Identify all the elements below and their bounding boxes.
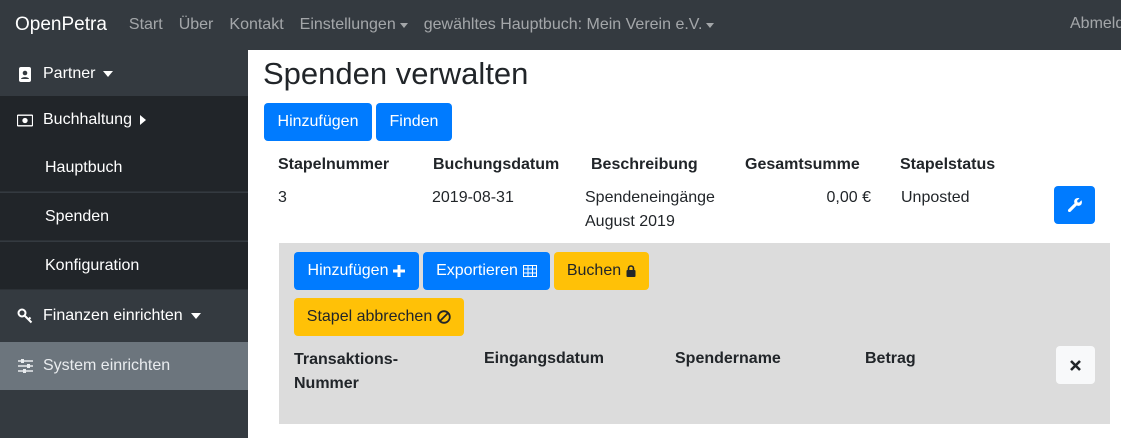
chevron-down-icon — [706, 22, 715, 28]
sidebar-item-donations[interactable]: Spenden — [0, 193, 248, 241]
brand-logo[interactable]: OpenPetra — [15, 14, 107, 36]
plus-icon — [393, 265, 406, 277]
sidebar-item-configuration[interactable]: Konfiguration — [0, 242, 248, 290]
nav-dropdown-ledger[interactable]: gewähltes Hauptbuch: Mein Verein e.V. — [424, 16, 715, 34]
wrench-icon — [1067, 197, 1083, 213]
column-header-transaction-number: Transaktions- Nummer — [294, 348, 398, 396]
column-header-donor-name: Spendername — [675, 350, 781, 367]
sidebar-item-label: Partner — [43, 65, 96, 82]
money-icon — [17, 112, 33, 128]
chevron-down-icon — [399, 22, 408, 28]
sidebar: Partner Buchhaltung Hauptbuch Spenden Ko… — [0, 50, 248, 438]
nav-dropdown-settings[interactable]: Einstellungen — [300, 16, 408, 34]
table-icon — [522, 265, 537, 277]
batch-number: 3 — [278, 189, 287, 206]
batch-description: Spendeneingänge August 2019 — [585, 186, 735, 234]
ban-icon — [437, 310, 451, 324]
address-card-icon — [17, 66, 33, 82]
nav-link-contact[interactable]: Kontakt — [229, 16, 283, 34]
batch-status: Unposted — [901, 189, 970, 206]
sidebar-item-system-setup[interactable]: System einrichten — [0, 342, 248, 390]
add-gift-label: Hinzufügen — [307, 262, 389, 279]
cancel-batch-button[interactable]: Stapel abbrechen — [294, 298, 464, 336]
add-batch-button[interactable]: Hinzufügen — [264, 103, 372, 141]
sidebar-item-partner[interactable]: Partner — [0, 50, 248, 98]
export-button[interactable]: Exportieren — [423, 252, 550, 290]
sidebar-item-label: Spenden — [45, 207, 110, 225]
post-batch-button[interactable]: Buchen — [554, 252, 649, 290]
sidebar-item-label: Buchhaltung — [43, 111, 132, 128]
transaction-header-line1: Transaktions- — [294, 351, 399, 368]
close-detail-button[interactable] — [1056, 346, 1095, 384]
sidebar-item-label: Konfiguration — [45, 256, 140, 274]
page-title: Spenden verwalten — [263, 56, 529, 91]
sidebar-item-finance-setup[interactable]: Finanzen einrichten — [0, 292, 248, 340]
logout-link[interactable]: Abmelden — [1070, 15, 1121, 33]
column-header-description: Beschreibung — [591, 156, 698, 173]
key-icon — [17, 308, 33, 324]
sliders-icon — [17, 358, 33, 374]
export-label: Exportieren — [436, 262, 518, 279]
settings-label: Einstellungen — [299, 16, 396, 33]
batch-description-line1: Spendeneingänge — [585, 189, 715, 206]
nav-link-start[interactable]: Start — [129, 16, 163, 34]
sidebar-item-accounting[interactable]: Buchhaltung — [0, 96, 248, 144]
lock-icon — [626, 265, 636, 277]
batch-total: 0,00 € — [826, 189, 871, 206]
chevron-down-icon — [103, 71, 114, 77]
sidebar-item-label: System einrichten — [43, 357, 171, 374]
column-header-posting-date: Buchungsdatum — [433, 156, 560, 173]
post-label: Buchen — [566, 262, 622, 279]
transaction-header-line2: Nummer — [294, 375, 359, 392]
nav-link-about[interactable]: Über — [179, 16, 214, 34]
chevron-down-icon — [190, 313, 201, 319]
column-header-receipt-date: Eingangsdatum — [484, 350, 605, 367]
add-gift-button[interactable]: Hinzufügen — [294, 252, 419, 290]
cancel-batch-label: Stapel abbrechen — [306, 308, 433, 325]
column-header-status: Stapelstatus — [900, 156, 996, 173]
top-navbar: OpenPetra Start Über Kontakt Einstellung… — [0, 0, 1121, 50]
sidebar-item-label: Hauptbuch — [45, 158, 123, 176]
sidebar-item-label: Finanzen einrichten — [43, 307, 183, 324]
find-button[interactable]: Finden — [376, 103, 452, 141]
column-header-amount: Betrag — [865, 350, 916, 367]
column-header-total: Gesamtsumme — [745, 156, 860, 173]
column-header-batch-number: Stapelnummer — [278, 156, 390, 173]
sidebar-item-ledger[interactable]: Hauptbuch — [0, 144, 248, 192]
batch-date: 2019-08-31 — [432, 189, 514, 206]
chevron-right-icon — [139, 115, 146, 125]
ledger-label: gewähltes Hauptbuch: Mein Verein e.V. — [423, 16, 703, 33]
close-icon — [1070, 359, 1081, 371]
batch-description-line2: August 2019 — [585, 213, 675, 230]
edit-batch-button[interactable] — [1054, 186, 1095, 224]
